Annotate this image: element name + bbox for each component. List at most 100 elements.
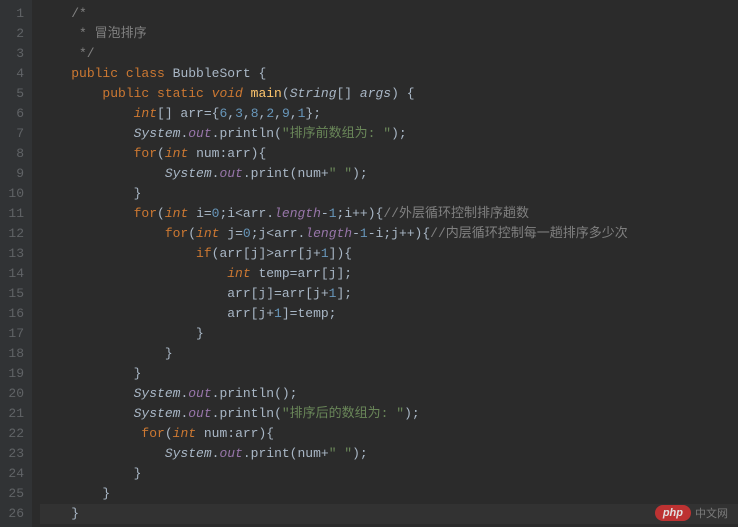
code-token: out [188, 406, 211, 421]
code-token: ;j<arr. [251, 226, 306, 241]
line-number: 6 [4, 104, 24, 124]
code-token: ( [282, 86, 290, 101]
code-token: , [274, 106, 282, 121]
code-line: * 冒泡排序 [40, 24, 738, 44]
code-token: .print(num+ [243, 166, 329, 181]
code-token: " " [329, 166, 352, 181]
code-line: public static void main(String[] args) { [40, 84, 738, 104]
code-line: } [40, 184, 738, 204]
code-token: System [134, 126, 181, 141]
code-token: System [134, 386, 181, 401]
line-number: 24 [4, 464, 24, 484]
code-line: int temp=arr[j]; [40, 264, 738, 284]
code-token: //内层循环控制每一趟排序多少次 [430, 226, 628, 241]
code-token [40, 206, 134, 221]
code-line: for(int i=0;i<arr.length-1;i++){//外层循环控制… [40, 204, 738, 224]
line-number: 13 [4, 244, 24, 264]
code-line: int[] arr={6,3,8,2,9,1}; [40, 104, 738, 124]
code-line: } [40, 504, 738, 524]
code-token [40, 146, 134, 161]
code-token: ]; [336, 286, 352, 301]
code-token: [] arr={ [157, 106, 219, 121]
code-token: System [165, 446, 212, 461]
code-token: int [227, 266, 258, 281]
code-token: } [40, 506, 79, 521]
code-token [40, 226, 165, 241]
code-token: System [165, 166, 212, 181]
code-token: for [165, 226, 188, 241]
code-line: } [40, 364, 738, 384]
code-line: } [40, 324, 738, 344]
line-number: 8 [4, 144, 24, 164]
code-token: out [219, 446, 242, 461]
code-line: System.out.println(); [40, 384, 738, 404]
code-token: 8 [251, 106, 259, 121]
code-token: ;i<arr. [219, 206, 274, 221]
code-token: ( [165, 426, 173, 441]
line-number: 4 [4, 64, 24, 84]
code-token: 1 [274, 306, 282, 321]
code-token [40, 266, 227, 281]
code-token: out [219, 166, 242, 181]
line-number: 2 [4, 24, 24, 44]
code-token: void [212, 86, 251, 101]
code-token [40, 166, 165, 181]
code-token: length [274, 206, 321, 221]
code-token: ]=temp; [282, 306, 337, 321]
line-number-gutter: 1234567891011121314151617181920212223242… [0, 0, 32, 527]
code-line: System.out.println("排序后的数组为: "); [40, 404, 738, 424]
code-line: System.out.print(num+" "); [40, 164, 738, 184]
line-number: 14 [4, 264, 24, 284]
code-token: .print(num+ [243, 446, 329, 461]
code-line: /* [40, 4, 738, 24]
code-line: public class BubbleSort { [40, 64, 738, 84]
code-token: , [227, 106, 235, 121]
code-content-area[interactable]: /* * 冒泡排序 */ public class BubbleSort { p… [32, 0, 738, 527]
code-token: ( [188, 226, 196, 241]
code-token: System [134, 406, 181, 421]
code-token: for [141, 426, 164, 441]
code-token: } [40, 326, 204, 341]
code-token [40, 106, 134, 121]
code-token: } [40, 486, 110, 501]
code-token: 1 [329, 206, 337, 221]
code-line: } [40, 484, 738, 504]
code-token [40, 66, 71, 81]
code-token [40, 6, 71, 21]
code-token [40, 86, 102, 101]
code-line: } [40, 464, 738, 484]
line-number: 15 [4, 284, 24, 304]
code-token: 1 [321, 246, 329, 261]
line-number: 26 [4, 504, 24, 524]
code-token: */ [40, 46, 95, 61]
code-token: 1 [360, 226, 368, 241]
code-token: length [305, 226, 352, 241]
code-token: public static [102, 86, 211, 101]
code-token: ( [157, 146, 165, 161]
code-token: main [251, 86, 282, 101]
watermark-text: 中文网 [695, 505, 728, 521]
code-token: i= [196, 206, 212, 221]
code-token: ]){ [329, 246, 352, 261]
code-token: - [352, 226, 360, 241]
code-token: - [321, 206, 329, 221]
code-token: 0 [243, 226, 251, 241]
code-token: int [173, 426, 204, 441]
code-token: ); [352, 166, 368, 181]
code-line: arr[j]=arr[j+1]; [40, 284, 738, 304]
line-number: 12 [4, 224, 24, 244]
code-token: } [40, 366, 141, 381]
code-token: "排序后的数组为: " [282, 406, 404, 421]
code-token: if [196, 246, 212, 261]
code-token [40, 446, 165, 461]
code-token: temp=arr[j]; [258, 266, 352, 281]
line-number: 20 [4, 384, 24, 404]
line-number: 17 [4, 324, 24, 344]
watermark: php 中文网 [655, 505, 728, 521]
code-token: " " [329, 446, 352, 461]
line-number: 3 [4, 44, 24, 64]
code-token: 2 [266, 106, 274, 121]
code-token: .println( [212, 406, 282, 421]
code-token: 3 [235, 106, 243, 121]
code-line: for(int num:arr){ [40, 144, 738, 164]
